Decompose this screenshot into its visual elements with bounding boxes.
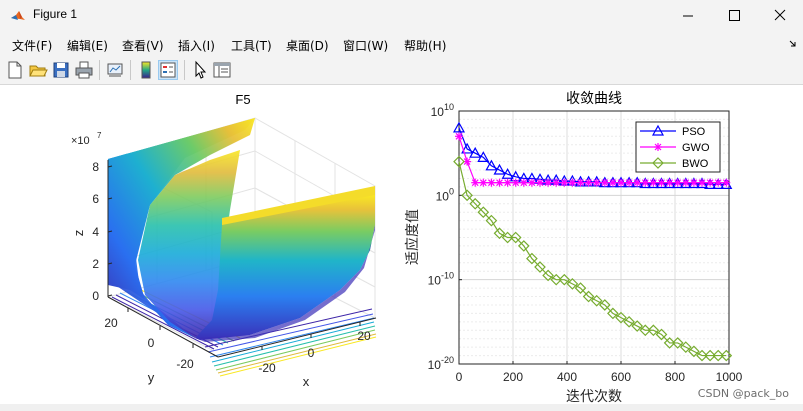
legend-icon [160,62,176,78]
close-button[interactable] [757,0,803,32]
save-button[interactable] [51,60,71,80]
colorbar-icon [141,61,151,79]
menu-desktop[interactable]: 桌面(D) [286,37,329,54]
figure-bottom-border [0,404,803,411]
new-figure-icon [8,61,22,79]
toolbar-separator [130,60,131,80]
minimize-icon [683,15,693,17]
legend-button[interactable] [158,60,178,80]
property-inspector-button[interactable] [212,60,232,80]
link-plot-icon [107,63,123,77]
toolbar-separator [99,60,100,80]
open-file-icon [29,65,48,77]
menu-bar [0,32,803,56]
menu-help[interactable]: 帮助(H) [404,37,446,54]
pointer-button[interactable] [190,60,210,80]
new-figure-button[interactable] [5,60,25,80]
menu-window[interactable]: 窗口(W) [343,37,388,54]
menu-tools[interactable]: 工具(T) [231,37,272,54]
window-title: Figure 1 [33,7,78,21]
save-icon [53,62,69,78]
property-inspector-icon [213,62,231,78]
maximize-icon [729,10,740,21]
dock-arrow-icon[interactable] [789,40,797,48]
close-icon [774,9,786,21]
link-plot-button[interactable] [105,60,125,80]
matlab-logo-icon [11,11,25,20]
menu-file[interactable]: 文件(F) [12,37,52,54]
minimize-button[interactable] [665,0,711,32]
open-file-button[interactable] [28,60,48,80]
print-icon [75,61,93,79]
print-button[interactable] [74,60,94,80]
figure-canvas [5,86,801,406]
menu-insert[interactable]: 插入(I) [178,37,215,54]
menu-view[interactable]: 查看(V) [122,37,164,54]
watermark: CSDN @pack_bo [697,387,789,400]
title-bar: Figure 1 [0,0,803,32]
toolbar-separator [184,60,185,80]
menu-edit[interactable]: 编辑(E) [67,37,108,54]
maximize-button[interactable] [711,0,757,32]
pointer-icon [195,60,207,79]
colorbar-button[interactable] [136,60,156,80]
